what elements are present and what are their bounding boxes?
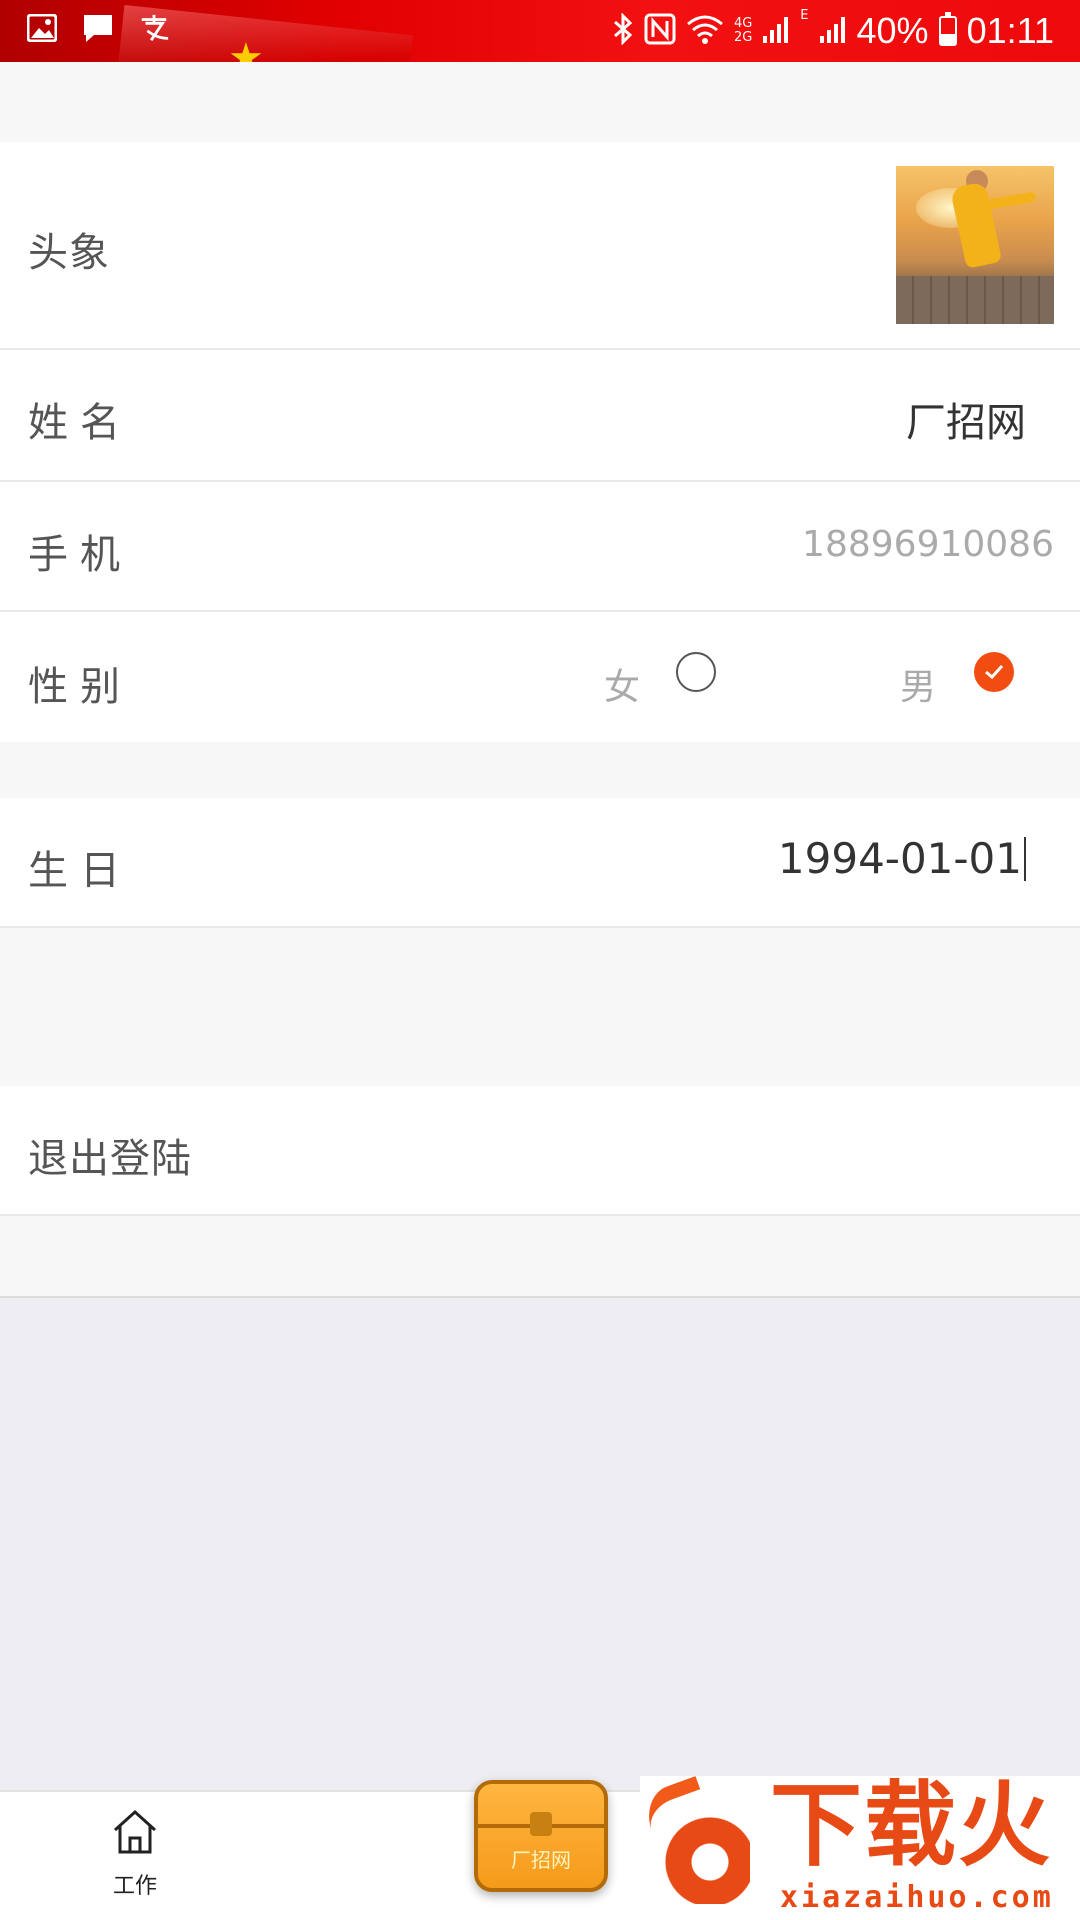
- gender-female-radio[interactable]: [676, 652, 716, 692]
- alipay-icon: [138, 12, 170, 44]
- watermark-main-text: 下载火: [770, 1772, 1053, 1879]
- gender-male-label[interactable]: 男: [900, 658, 936, 710]
- phone-label: 手机: [28, 532, 132, 578]
- nfc-icon: [644, 13, 676, 49]
- wifi-icon: [686, 14, 724, 48]
- avatar-row[interactable]: 头象: [0, 142, 1080, 350]
- check-icon: [985, 664, 1004, 680]
- battery-icon: [938, 12, 957, 46]
- image-icon: [26, 12, 58, 44]
- birthday-row[interactable]: 生日 1994-01-01: [0, 798, 1080, 928]
- chest-lock-icon: [530, 1812, 552, 1836]
- network-type: 4G 2G: [734, 17, 752, 45]
- signal-icon: [819, 14, 847, 48]
- birthday-value[interactable]: 1994-01-01: [778, 834, 1022, 883]
- watermark-logo: 下载火 xiazaihuo.com: [639, 1772, 1080, 1920]
- phone-row: 手机 18896910086: [0, 482, 1080, 612]
- avatar-wall: [896, 276, 1054, 324]
- gender-female-label[interactable]: 女: [604, 658, 640, 710]
- birthday-label: 生日: [28, 848, 132, 894]
- name-row[interactable]: 姓名 厂招网: [0, 350, 1080, 482]
- star-decoration: ★: [228, 35, 264, 62]
- empty-area: [0, 1296, 1080, 1790]
- bottom-spacer: [0, 1216, 1080, 1296]
- gender-row: 性别 女 男: [0, 612, 1080, 742]
- status-bar: ★ 4G 2G E 40% 01:11: [0, 0, 1080, 62]
- birthday-field[interactable]: 1994-01-01: [778, 834, 1026, 883]
- section-spacer: [0, 742, 1080, 798]
- gender-label: 性别: [28, 664, 132, 710]
- tab-work-label: 工作: [112, 1874, 157, 1899]
- gender-male-radio[interactable]: [974, 652, 1014, 692]
- signal-icon: [762, 14, 790, 48]
- watermark-sub-text: xiazaihuo.com: [780, 1880, 1054, 1915]
- tab-work[interactable]: 工作: [92, 1806, 178, 1900]
- treasure-chest-button[interactable]: 厂招网: [474, 1780, 608, 1892]
- logout-row[interactable]: 退出登陆: [0, 1086, 1080, 1216]
- clock: 01:11: [966, 10, 1054, 51]
- flame-download-icon: [639, 1775, 750, 1904]
- battery-percent: 40%: [856, 10, 929, 51]
- network-2g-label: 2G: [733, 30, 753, 45]
- phone-value: 18896910086: [802, 524, 1054, 565]
- message-icon: [82, 12, 114, 44]
- bluetooth-icon: [612, 12, 634, 49]
- text-cursor: [1024, 836, 1026, 881]
- logout-button[interactable]: 退出登陆: [28, 1126, 192, 1184]
- name-value[interactable]: 厂招网: [906, 390, 1026, 448]
- notification-icons: [26, 12, 170, 44]
- system-status: 4G 2G E 40% 01:11: [612, 8, 1054, 54]
- avatar-label: 头象: [28, 230, 110, 276]
- section-spacer-2: [0, 928, 1080, 1086]
- top-spacer: [0, 62, 1080, 142]
- chest-label: 厂招网: [511, 1848, 571, 1872]
- name-label: 姓名: [28, 400, 132, 446]
- avatar-figure: [949, 181, 1003, 269]
- avatar-arm: [981, 191, 1037, 211]
- network-e-label: E: [800, 8, 809, 23]
- network-4g-label: 4G: [733, 16, 753, 31]
- avatar-image[interactable]: [896, 166, 1054, 324]
- home-icon: [113, 1809, 157, 1854]
